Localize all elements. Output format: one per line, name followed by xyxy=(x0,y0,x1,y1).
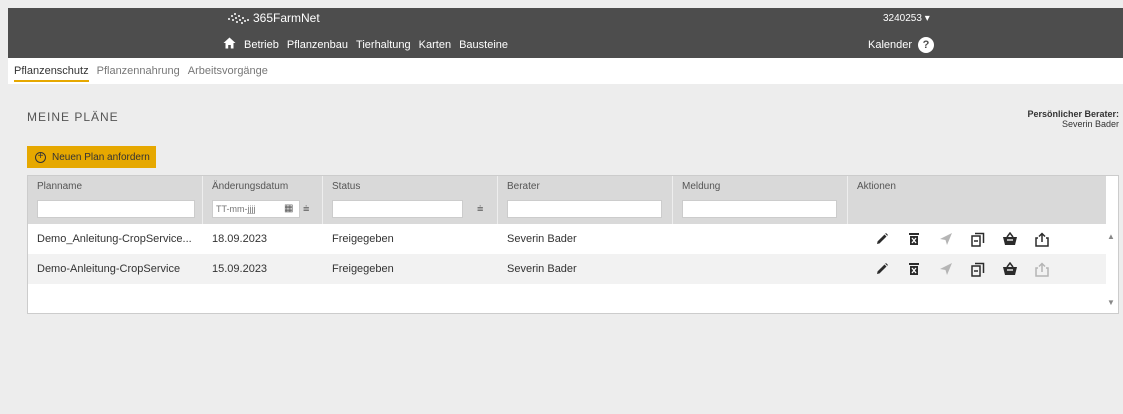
row-actions xyxy=(866,230,1058,248)
send-icon xyxy=(930,230,962,248)
calendar-link[interactable]: Kalender xyxy=(868,39,912,51)
send-icon xyxy=(930,260,962,278)
plans-table: Planname Änderungsdatum ▦ ⩧ Status ⩧ Ber… xyxy=(27,175,1119,314)
cell-date: 15.09.2023 xyxy=(212,263,268,275)
table-row[interactable]: Demo-Anleitung-CropService 15.09.2023 Fr… xyxy=(28,254,1106,284)
filter-meldung-input[interactable] xyxy=(682,200,837,218)
plus-circle-icon: + xyxy=(35,151,46,163)
main-navigation: Betrieb Pflanzenbau Tierhaltung Karten B… xyxy=(223,37,508,52)
brand-name: 365FarmNet xyxy=(253,11,320,25)
request-new-plan-label: Neuen Plan anfordern xyxy=(52,151,150,163)
advisor-name: Severin Bader xyxy=(1061,119,1119,129)
copy-icon[interactable] xyxy=(962,260,994,278)
request-new-plan-button[interactable]: + Neuen Plan anfordern xyxy=(27,146,156,168)
column-label-date: Änderungsdatum xyxy=(212,181,289,192)
nav-item-karten[interactable]: Karten xyxy=(419,39,451,51)
column-label-status: Status xyxy=(332,181,361,192)
column-header-berater: Berater xyxy=(498,176,673,224)
column-label-berater: Berater xyxy=(507,181,540,192)
cell-berater: Severin Bader xyxy=(507,233,577,245)
table-header: Planname Änderungsdatum ▦ ⩧ Status ⩧ Ber… xyxy=(28,176,1106,224)
nav-item-pflanzenbau[interactable]: Pflanzenbau xyxy=(287,39,348,51)
copy-icon[interactable] xyxy=(962,230,994,248)
advisor-label: Persönlicher Berater: xyxy=(1027,109,1119,119)
cell-planname[interactable]: Demo_Anleitung-CropService... xyxy=(37,233,192,245)
cell-status: Freigegeben xyxy=(332,263,394,275)
nav-item-tierhaltung[interactable]: Tierhaltung xyxy=(356,39,411,51)
scroll-up-arrow-icon[interactable]: ▲ xyxy=(1107,232,1115,241)
export-icon xyxy=(1026,260,1058,278)
calendar-picker-icon[interactable]: ▦ xyxy=(284,203,293,214)
export-icon[interactable] xyxy=(1026,230,1058,248)
edit-icon[interactable] xyxy=(866,260,898,278)
column-header-aktionen: Aktionen xyxy=(848,176,1106,224)
column-header-meldung: Meldung xyxy=(673,176,848,224)
delete-icon[interactable] xyxy=(898,260,930,278)
column-label-planname: Planname xyxy=(37,181,83,192)
table-scrollbar[interactable]: ▲ ▼ xyxy=(1104,224,1118,314)
cell-planname[interactable]: Demo-Anleitung-CropService xyxy=(37,263,180,275)
cell-berater: Severin Bader xyxy=(507,263,577,275)
row-actions xyxy=(866,260,1058,278)
basket-icon[interactable] xyxy=(994,260,1026,278)
filter-status-input[interactable] xyxy=(332,200,463,218)
filter-funnel-icon[interactable]: ⩧ xyxy=(477,203,483,216)
scroll-down-arrow-icon[interactable]: ▼ xyxy=(1107,298,1115,307)
column-label-aktionen: Aktionen xyxy=(857,181,896,192)
farmnet-logo-icon xyxy=(228,13,249,24)
filter-planname-input[interactable] xyxy=(37,200,195,218)
filter-funnel-icon[interactable]: ⩧ xyxy=(303,203,309,216)
personal-advisor-info: Persönlicher Berater: Severin Bader xyxy=(1027,109,1119,129)
column-header-status: Status ⩧ xyxy=(323,176,498,224)
calendar-area: Kalender ? xyxy=(868,37,935,53)
table-row[interactable]: Demo_Anleitung-CropService... 18.09.2023… xyxy=(28,224,1106,254)
cell-status: Freigegeben xyxy=(332,233,394,245)
column-header-planname: Planname xyxy=(28,176,203,224)
nav-item-bausteine[interactable]: Bausteine xyxy=(459,39,508,51)
filter-berater-input[interactable] xyxy=(507,200,662,218)
sub-navigation-tabs: Pflanzenschutz Pflanzennahrung Arbeitsvo… xyxy=(8,58,1123,84)
column-header-date: Änderungsdatum ▦ ⩧ xyxy=(203,176,323,224)
top-navigation-bar: 365FarmNet 3240253 ▾ Betrieb Pflanzenbau… xyxy=(8,8,1123,58)
tab-pflanzenschutz[interactable]: Pflanzenschutz xyxy=(14,65,89,82)
help-icon[interactable]: ? xyxy=(918,37,935,53)
brand-logo[interactable]: 365FarmNet xyxy=(226,11,320,25)
nav-item-betrieb[interactable]: Betrieb xyxy=(244,39,279,51)
table-body: Demo_Anleitung-CropService... 18.09.2023… xyxy=(28,224,1106,284)
delete-icon[interactable] xyxy=(898,230,930,248)
cell-date: 18.09.2023 xyxy=(212,233,268,245)
home-icon[interactable] xyxy=(223,37,236,52)
page-title: MEINE PLÄNE xyxy=(27,110,119,124)
user-account-menu[interactable]: 3240253 ▾ xyxy=(883,13,930,24)
edit-icon[interactable] xyxy=(866,230,898,248)
tab-pflanzennahrung[interactable]: Pflanzennahrung xyxy=(97,65,180,77)
column-label-meldung: Meldung xyxy=(682,181,721,192)
basket-icon[interactable] xyxy=(994,230,1026,248)
tab-arbeitsvorgaenge[interactable]: Arbeitsvorgänge xyxy=(188,65,268,77)
